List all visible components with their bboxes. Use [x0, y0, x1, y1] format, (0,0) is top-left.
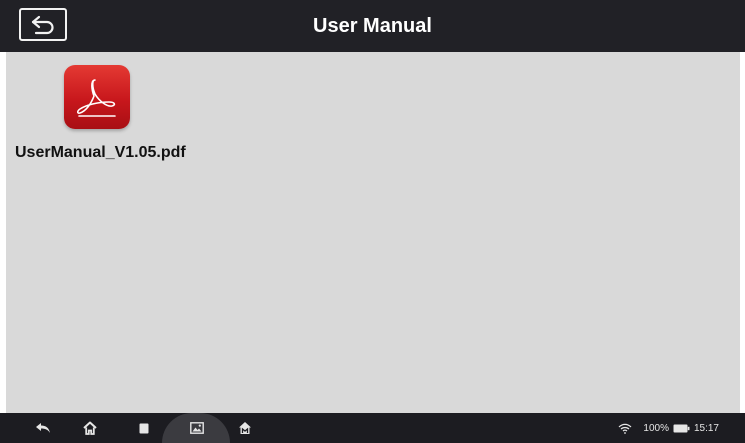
- system-nav-bar: 100% 15:17: [0, 413, 745, 443]
- screen: User Manual UserManual_V1.05.pdf 100% 15…: [0, 0, 745, 443]
- file-name: UserManual_V1.05.pdf: [15, 144, 186, 161]
- pdf-icon: [64, 65, 130, 129]
- nav-screenshot-button[interactable]: [187, 413, 207, 443]
- back-arrow-icon: [31, 15, 54, 34]
- file-item[interactable]: UserManual_V1.05.pdf: [6, 52, 196, 177]
- vci-home-icon: [239, 422, 251, 434]
- screenshot-icon: [190, 422, 204, 434]
- content-area: UserManual_V1.05.pdf: [0, 52, 745, 413]
- battery-percent: 100%: [643, 422, 669, 434]
- clock: 15:17: [693, 422, 719, 434]
- status-area: 100% 15:17: [618, 413, 719, 443]
- nav-back-button[interactable]: [33, 413, 53, 443]
- home-icon: [83, 421, 97, 435]
- back-button[interactable]: [19, 8, 67, 41]
- nav-vci-home-button[interactable]: [236, 413, 254, 443]
- page-title: User Manual: [313, 15, 432, 37]
- nav-home-button[interactable]: [80, 413, 100, 443]
- battery-icon: [673, 424, 690, 432]
- file-list-panel: UserManual_V1.05.pdf: [6, 52, 740, 413]
- recent-apps-icon: [139, 423, 149, 433]
- nav-recent-button[interactable]: [136, 413, 152, 443]
- back-icon: [36, 423, 50, 433]
- header-bar: User Manual: [0, 0, 745, 52]
- wifi-icon: [618, 423, 632, 434]
